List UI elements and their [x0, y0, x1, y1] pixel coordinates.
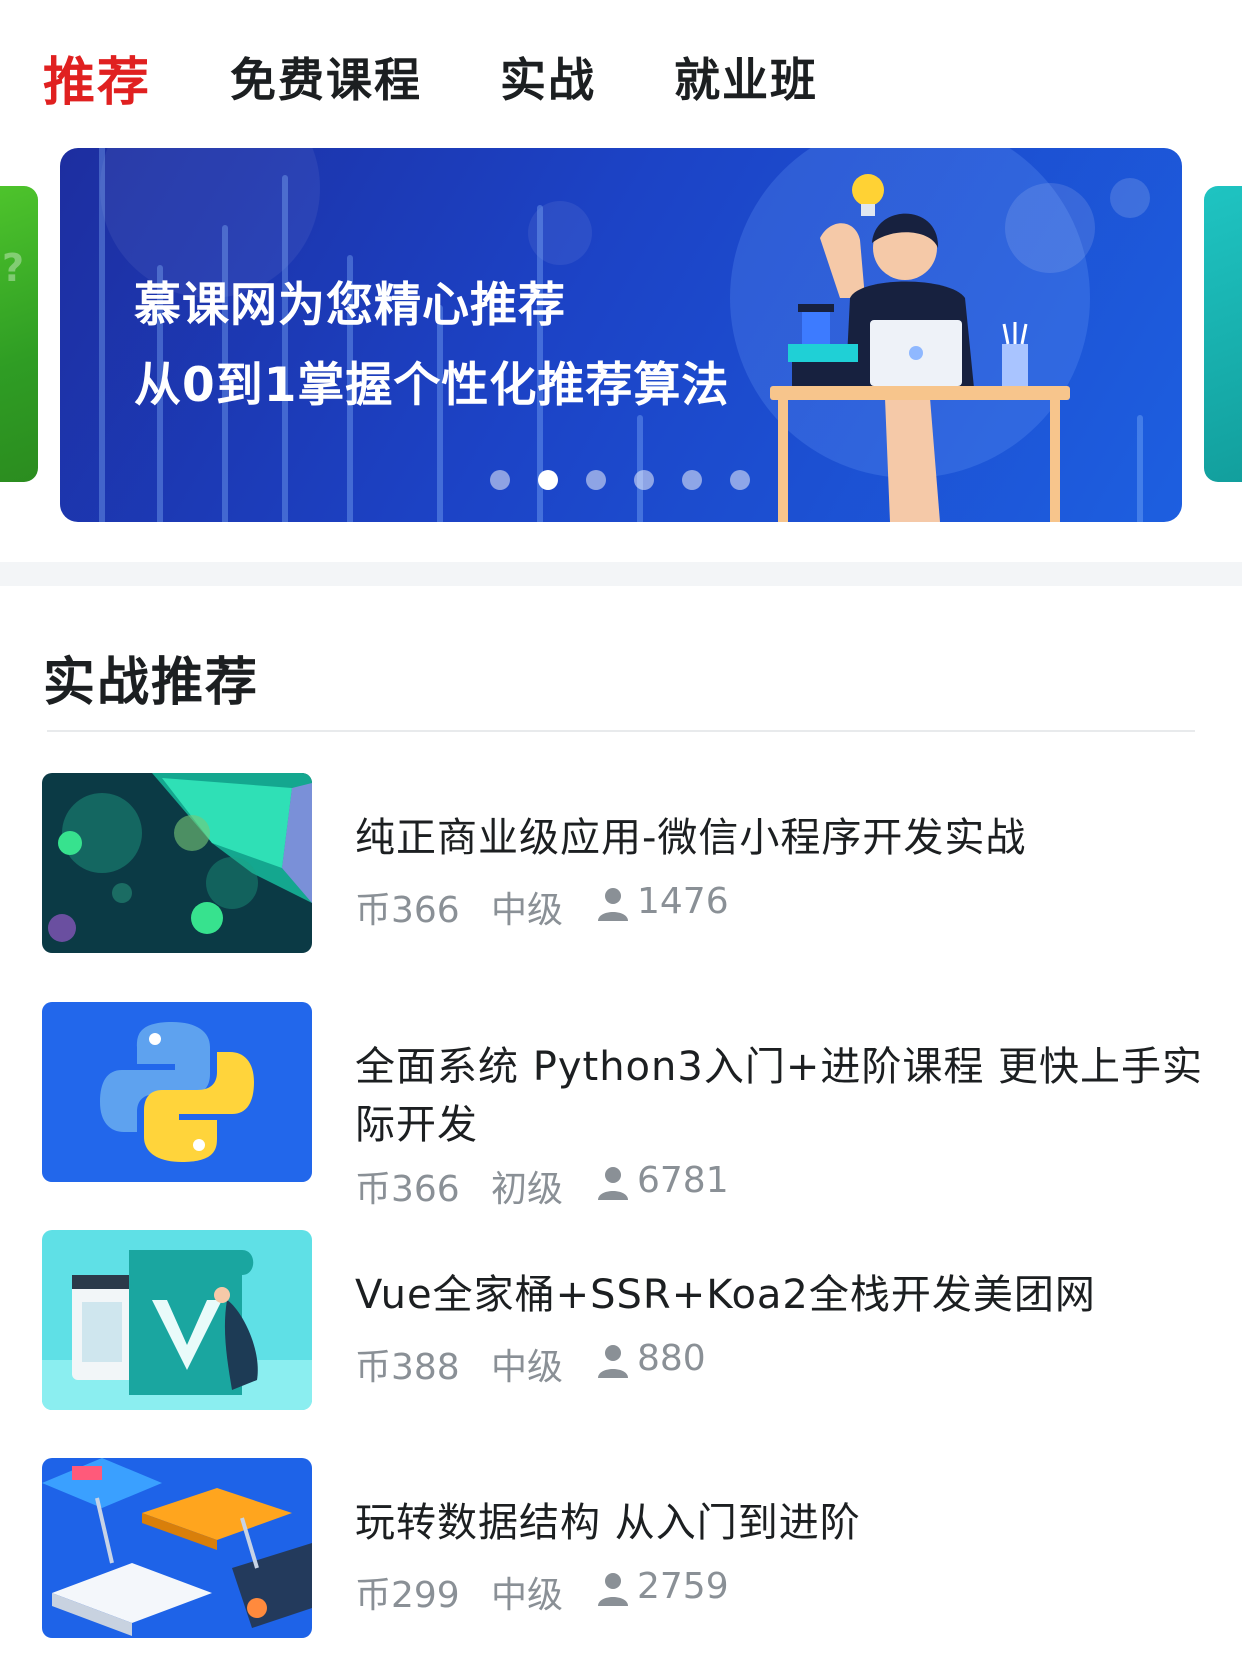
banner-headline-1: 慕课网为您精心推荐 [134, 278, 566, 333]
section-title: 实战推荐 [43, 653, 260, 713]
question-mark-icon: ? [2, 246, 25, 290]
course-price: 币299 [355, 1575, 460, 1616]
carousel-dot-4[interactable] [634, 470, 654, 490]
user-icon [598, 1573, 628, 1606]
tab-recommend[interactable]: 推荐 [43, 40, 151, 115]
carousel-dot-2[interactable] [538, 470, 558, 490]
banner-headline-2: 从0到1掌握个性化推荐算法 [134, 358, 730, 413]
divider [47, 730, 1195, 732]
course-level: 中级 [491, 890, 564, 931]
user-icon [598, 1167, 628, 1200]
carousel-dot-6[interactable] [730, 470, 750, 490]
course-item-python3[interactable]: 全面系统 Python3入门+进阶课程 更快上手实际开发 币366 初级 678… [42, 1002, 1202, 1212]
student-count: 880 [637, 1338, 706, 1379]
course-price: 币388 [355, 1347, 460, 1388]
banner-carousel[interactable]: ? 慕课网为您精心推荐 从0到1掌握个性化推荐算法 [0, 148, 1242, 528]
student-count: 6781 [637, 1160, 729, 1201]
next-banner-peek[interactable] [1204, 186, 1242, 482]
top-tab-bar: 推荐 免费课程 实战 就业班 [0, 0, 1242, 150]
carousel-dot-5[interactable] [682, 470, 702, 490]
course-level: 中级 [491, 1347, 564, 1388]
course-item-wechat-miniprogram[interactable]: 纯正商业级应用-微信小程序开发实战 币366 中级 1476 [42, 773, 1202, 955]
course-title: 纯正商业级应用-微信小程序开发实战 [355, 815, 1027, 861]
course-title: Vue全家桶+SSR+Koa2全栈开发美团网 [355, 1272, 1096, 1318]
user-icon [598, 888, 628, 921]
tab-free-courses[interactable]: 免费课程 [230, 44, 422, 110]
user-icon [598, 1345, 628, 1378]
course-price: 币366 [355, 1169, 460, 1210]
carousel-dot-3[interactable] [586, 470, 606, 490]
tab-practice[interactable]: 实战 [500, 44, 596, 110]
course-level: 中级 [491, 1575, 564, 1616]
student-count: 2759 [637, 1566, 729, 1607]
data-structure-thumbnail [42, 1458, 312, 1638]
previous-banner-peek[interactable]: ? [0, 186, 38, 482]
wechat-miniprogram-thumbnail [42, 773, 312, 953]
course-title: 全面系统 Python3入门+进阶课程 更快上手实际开发 [355, 1044, 1204, 1148]
vue-logo-thumbnail [42, 1230, 312, 1410]
carousel-dot-1[interactable] [490, 470, 510, 490]
course-level: 初级 [491, 1169, 564, 1210]
python-logo-thumbnail [42, 1002, 312, 1182]
course-item-data-structures[interactable]: 玩转数据结构 从入门到进阶 币299 中级 2759 [42, 1458, 1202, 1640]
student-count: 1476 [637, 881, 729, 922]
banner-illustration [99, 148, 1150, 522]
course-item-vue-ssr-koa2[interactable]: Vue全家桶+SSR+Koa2全栈开发美团网 币388 中级 880 [42, 1230, 1202, 1412]
tab-employment-class[interactable]: 就业班 [674, 44, 818, 110]
course-price: 币366 [355, 890, 460, 931]
section-separator [0, 562, 1242, 586]
course-title: 玩转数据结构 从入门到进阶 [355, 1500, 861, 1546]
banner-slide[interactable]: 慕课网为您精心推荐 从0到1掌握个性化推荐算法 [60, 148, 1182, 522]
